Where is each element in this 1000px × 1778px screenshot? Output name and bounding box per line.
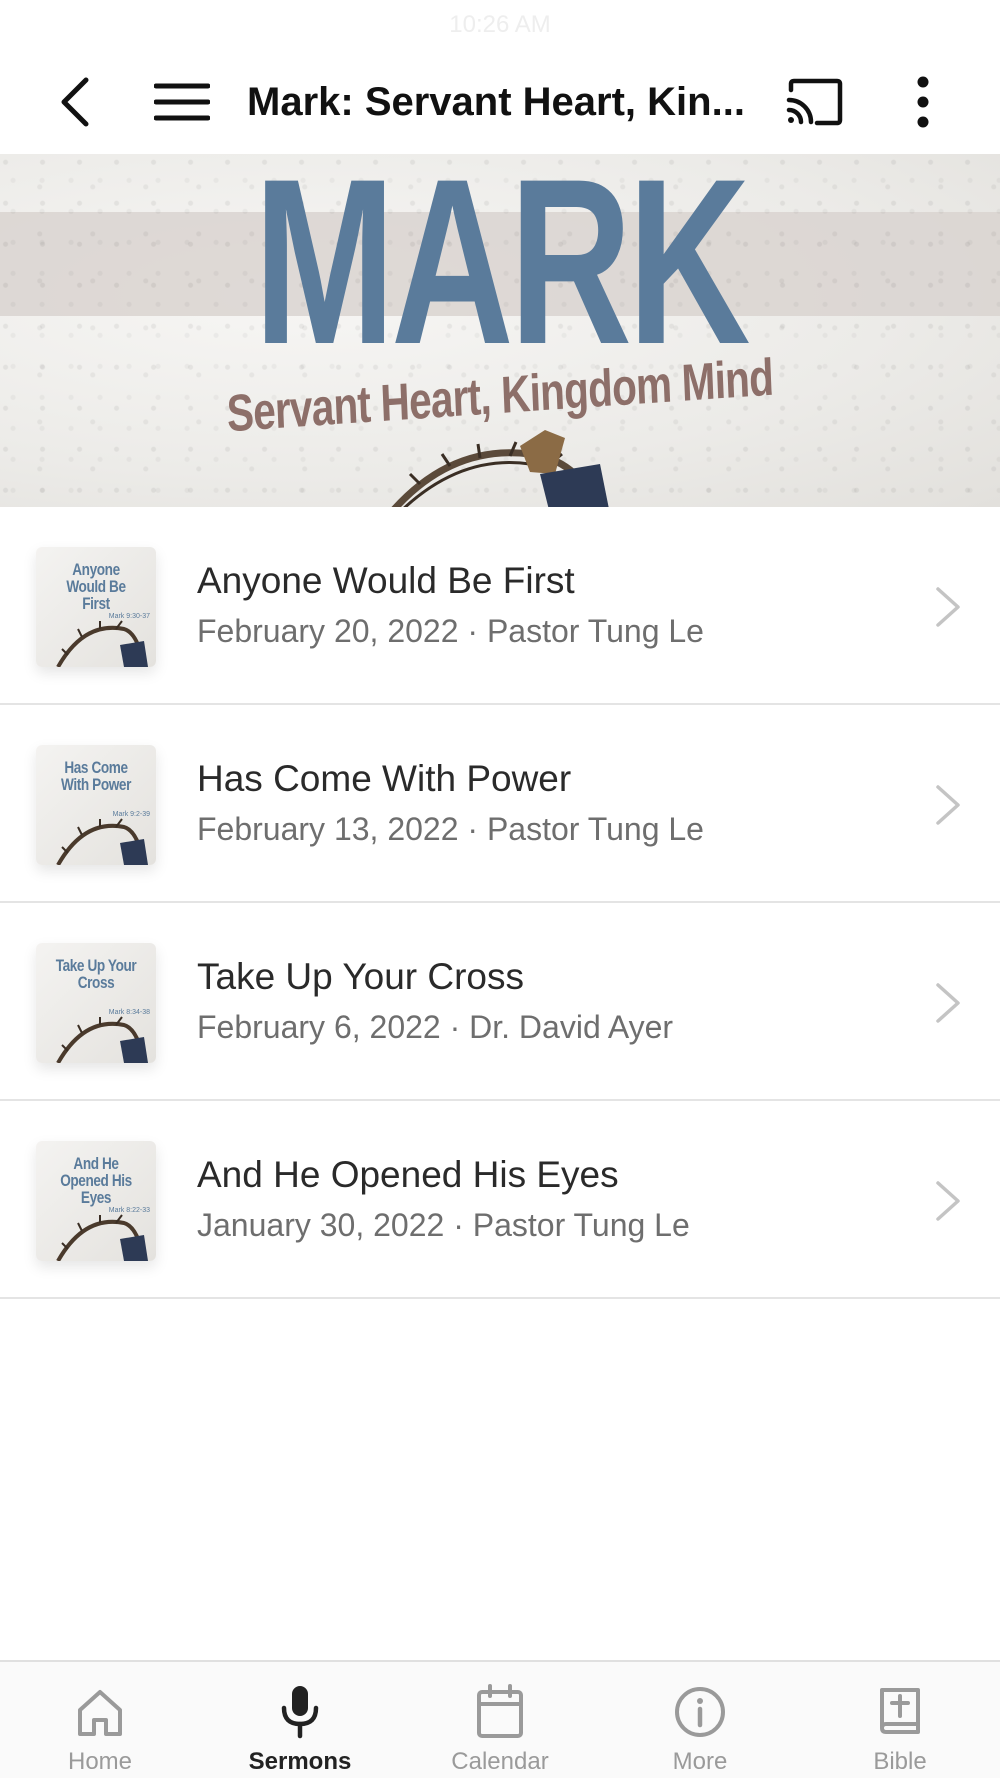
list-item[interactable]: Anyone Would Be First Mark 9:30-37 Anyon… [0,507,1000,705]
menu-button[interactable] [150,72,214,132]
sermon-series-screen: 10:26 AM Mark: Servant Heart, Kin... MAR… [0,0,1000,1778]
sermon-thumbnail: Has Come With Power Mark 9:2-39 [36,745,156,865]
tab-label: Calendar [451,1748,549,1775]
chevron-right-icon [936,785,960,825]
thumbnail-title: And He Opened His Eyes [60,1154,132,1207]
calendar-icon [477,1684,523,1738]
list-item[interactable]: Take Up Your Cross Mark 8:34-38 Take Up … [0,903,1000,1101]
more-options-button[interactable] [898,70,948,134]
sermon-thumbnail: Anyone Would Be First Mark 9:30-37 [36,547,156,667]
thumbnail-title: Has Come With Power [61,758,131,794]
crown-of-thorns-illustration [56,620,148,667]
crown-of-thorns-illustration [56,818,148,865]
chevron-right-icon [936,587,960,627]
sermon-title: Take Up Your Cross [197,956,525,997]
status-bar-time: 10:26 AM [449,11,551,38]
home-icon [78,1690,122,1736]
sermon-title: Has Come With Power [197,758,572,799]
sermon-title: And He Opened His Eyes [197,1154,619,1195]
app-header: Mark: Servant Heart, Kin... [0,50,1000,154]
sermon-list: Anyone Would Be First Mark 9:30-37 Anyon… [0,507,1000,1299]
page-title: Mark: Servant Heart, Kin... [247,80,745,124]
cast-button[interactable] [782,70,846,134]
tab-calendar[interactable]: Calendar [410,1662,590,1778]
tab-label: More [672,1748,728,1775]
tab-label: Home [67,1748,133,1775]
tab-sermons[interactable]: Sermons [210,1662,390,1778]
tab-more[interactable]: More [610,1662,790,1778]
crown-of-thorns-illustration [56,1016,148,1063]
info-icon [675,1687,725,1737]
chevron-right-icon [936,983,960,1023]
sermon-meta: February 20, 2022 · Pastor Tung Le [197,613,704,649]
more-vertical-icon [917,76,929,128]
microphone-icon [281,1686,319,1739]
sermon-meta: February 6, 2022 · Dr. David Ayer [197,1009,674,1045]
bible-icon [880,1688,920,1734]
sermon-thumbnail: Take Up Your Cross Mark 8:34-38 [36,943,156,1063]
tab-label: Bible [873,1748,927,1775]
crown-of-thorns-illustration [391,430,609,507]
back-button[interactable] [45,72,105,132]
list-item[interactable]: And He Opened His Eyes Mark 8:22-33 And … [0,1101,1000,1299]
series-banner: MARK Servant Heart, Kingdom Mind [0,154,1000,507]
tab-home[interactable]: Home [10,1662,190,1778]
hamburger-menu-icon [154,83,210,121]
bottom-tab-bar: Home Sermons Calendar More Bible [0,1660,1000,1778]
thumbnail-title: Anyone Would Be First [66,560,126,613]
chevron-left-icon [61,77,89,127]
sermon-thumbnail: And He Opened His Eyes Mark 8:22-33 [36,1141,156,1261]
tab-label: Sermons [248,1748,352,1775]
cast-icon [786,78,843,126]
list-item[interactable]: Has Come With Power Mark 9:2-39 Has Come… [0,705,1000,903]
sermon-title: Anyone Would Be First [197,560,575,601]
crown-of-thorns-illustration [56,1214,148,1261]
tab-bible[interactable]: Bible [810,1662,990,1778]
sermon-meta: January 30, 2022 · Pastor Tung Le [197,1207,690,1243]
sermon-meta: February 13, 2022 · Pastor Tung Le [197,811,704,847]
thumbnail-title: Take Up Your Cross [55,956,137,992]
banner-title: MARK [253,154,751,394]
chevron-right-icon [936,1181,960,1221]
